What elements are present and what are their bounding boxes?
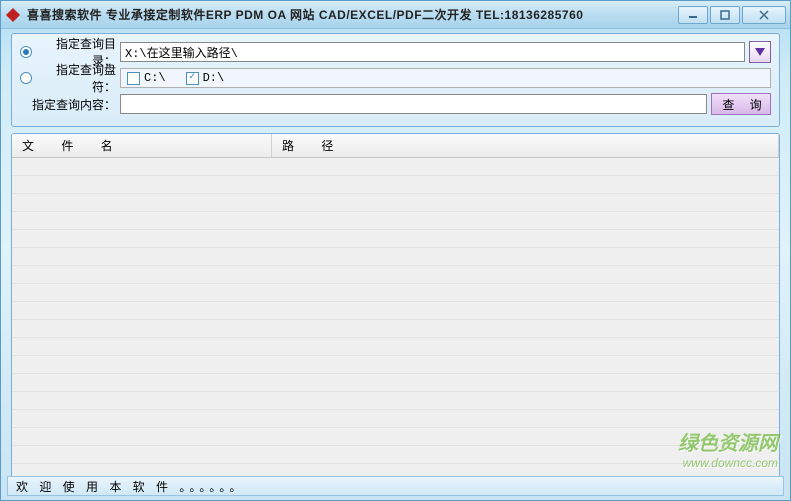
- row-drives: 指定查询盘符： C:\ ✓ D:\: [20, 66, 771, 90]
- drive-c-label: C:\: [144, 71, 166, 85]
- content-label: 指定查询内容：: [32, 96, 116, 113]
- table-body[interactable]: [12, 158, 779, 489]
- table-row: [12, 266, 779, 284]
- table-row: [12, 410, 779, 428]
- table-row: [12, 284, 779, 302]
- app-window: 喜喜搜索软件 专业承接定制软件ERP PDM OA 网站 CAD/EXCEL/P…: [0, 0, 791, 501]
- drive-d-label: D:\: [203, 71, 225, 85]
- drive-d-option[interactable]: ✓ D:\: [186, 71, 225, 85]
- table-row: [12, 212, 779, 230]
- search-panel: 指定查询目录： 指定查询盘符： C:\: [11, 33, 780, 127]
- title-bar[interactable]: 喜喜搜索软件 专业承接定制软件ERP PDM OA 网站 CAD/EXCEL/P…: [1, 1, 790, 29]
- table-row: [12, 392, 779, 410]
- window-title: 喜喜搜索软件 专业承接定制软件ERP PDM OA 网站 CAD/EXCEL/P…: [27, 6, 678, 23]
- table-row: [12, 194, 779, 212]
- checkbox-c[interactable]: [127, 72, 140, 85]
- checkbox-d[interactable]: ✓: [186, 72, 199, 85]
- maximize-button[interactable]: [710, 6, 740, 24]
- drive-label-wrap[interactable]: 指定查询盘符：: [20, 61, 120, 95]
- body-area: 指定查询目录： 指定查询盘符： C:\: [1, 29, 790, 489]
- table-row: [12, 428, 779, 446]
- table-row: [12, 356, 779, 374]
- row-content: 指定查询内容： 查 询: [20, 92, 771, 116]
- table-row: [12, 248, 779, 266]
- table-header: 文 件 名 路 径: [12, 134, 779, 158]
- content-label-wrap: 指定查询内容：: [20, 96, 120, 113]
- app-icon: [5, 7, 21, 23]
- minimize-icon: [688, 10, 698, 20]
- col-header-filename[interactable]: 文 件 名: [12, 134, 272, 157]
- drive-label: 指定查询盘符：: [36, 61, 116, 95]
- results-panel: 文 件 名 路 径: [11, 133, 780, 489]
- minimize-button[interactable]: [678, 6, 708, 24]
- table-row: [12, 230, 779, 248]
- directory-input[interactable]: [120, 42, 745, 62]
- close-button[interactable]: [742, 6, 786, 24]
- table-row: [12, 158, 779, 176]
- status-text: 欢 迎 使 用 本 软 件 。。。。。。: [16, 478, 245, 495]
- window-controls: [678, 6, 786, 24]
- drive-list: C:\ ✓ D:\: [120, 68, 771, 88]
- radio-drives[interactable]: [20, 72, 32, 84]
- drive-c-option[interactable]: C:\: [127, 71, 166, 85]
- table-row: [12, 302, 779, 320]
- table-row: [12, 446, 779, 464]
- row-directory: 指定查询目录：: [20, 40, 771, 64]
- table-row: [12, 320, 779, 338]
- table-row: [12, 338, 779, 356]
- col-header-path[interactable]: 路 径: [272, 134, 779, 157]
- status-bar: 欢 迎 使 用 本 软 件 。。。。。。: [7, 476, 784, 496]
- radio-directory[interactable]: [20, 46, 32, 58]
- directory-dropdown-button[interactable]: [749, 41, 771, 63]
- search-button[interactable]: 查 询: [711, 93, 771, 115]
- table-row: [12, 374, 779, 392]
- table-row: [12, 176, 779, 194]
- content-input[interactable]: [120, 94, 707, 114]
- triangle-down-icon: [754, 47, 766, 57]
- maximize-icon: [720, 10, 730, 20]
- close-icon: [759, 10, 769, 20]
